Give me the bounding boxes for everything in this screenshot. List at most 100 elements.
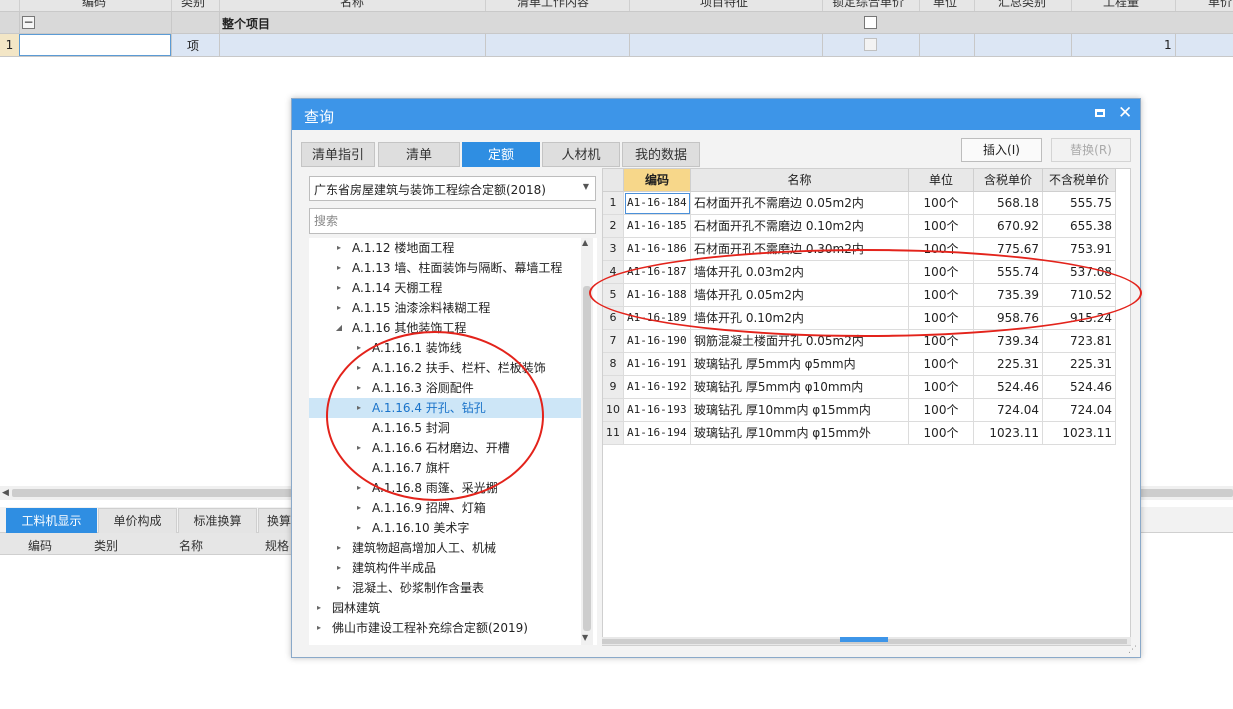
expand-icon[interactable]: ▸ — [354, 518, 364, 538]
tree-node-label: A.1.15 油漆涂料裱糊工程 — [352, 301, 491, 315]
tree-node[interactable]: ▸ A.1.12 楼地面工程 — [309, 238, 581, 258]
tree-node[interactable]: ▸ A.1.16.9 招牌、灯箱 — [309, 498, 581, 518]
table-row[interactable]: 10 A1-16-193 玻璃钻孔 厚10mm内 φ15mm内 100个 724.04 7… — [603, 399, 1116, 422]
table-row[interactable]: 9 A1-16-192 玻璃钻孔 厚5mm内 φ10mm内 100个 524.46 524… — [603, 376, 1116, 399]
cell-code: A1-16-193 — [624, 399, 691, 422]
cell-price-tax: 724.04 — [974, 399, 1043, 422]
grid-header-code[interactable]: 编码 — [624, 169, 691, 192]
item-type: 项 — [187, 39, 200, 53]
grid-corner — [603, 169, 624, 192]
header-summary: 汇总类别 — [998, 0, 1047, 9]
cell-price-tax: 524.46 — [974, 376, 1043, 399]
lock-price-checkbox[interactable] — [864, 16, 877, 29]
expand-icon[interactable]: ▸ — [334, 238, 344, 258]
expand-icon[interactable]: ▸ — [354, 498, 364, 518]
collapse-icon[interactable]: − — [22, 16, 35, 29]
replace-button[interactable]: 替换(R) — [1051, 138, 1131, 162]
bottom-grid-header: 编码 类别 名称 规格 — [0, 533, 300, 555]
tree-node-label: A.1.14 天棚工程 — [352, 281, 443, 295]
tab-my-data[interactable]: 我的数据 — [622, 142, 700, 167]
tree-node[interactable]: ▸ 园林建筑 — [309, 598, 581, 618]
group-row[interactable]: − 整个项目 — [0, 12, 1233, 34]
table-row[interactable]: 11 A1-16-194 玻璃钻孔 厚10mm内 φ15mm外 100个 1023.11… — [603, 422, 1116, 445]
expand-icon[interactable]: ▸ — [334, 258, 344, 278]
tab-standard-conversion[interactable]: 标准换算 — [178, 508, 257, 534]
scroll-up-icon[interactable]: ▲ — [582, 238, 588, 247]
expand-icon[interactable]: ▸ — [354, 478, 364, 498]
cell-name: 玻璃钻孔 厚10mm内 φ15mm内 — [691, 399, 909, 422]
table-row[interactable]: 2 A1-16-185 石材面开孔不需磨边 0.10m2内 100个 670.92 655… — [603, 215, 1116, 238]
group-label: 整个项目 — [222, 17, 271, 31]
bottom-col-spec: 规格 — [265, 539, 290, 553]
close-icon[interactable]: ✕ — [1118, 103, 1132, 123]
bottom-col-name: 名称 — [179, 539, 204, 553]
expand-icon[interactable]: ▸ — [334, 278, 344, 298]
expand-icon[interactable]: ▸ — [314, 598, 324, 618]
cell-unit: 100个 — [909, 422, 974, 445]
expand-icon[interactable]: ▸ — [334, 558, 344, 578]
dialog-title-bar[interactable]: 查询 ✕ — [292, 99, 1140, 130]
lock-price-checkbox-disabled[interactable] — [864, 38, 877, 51]
header-quantity: 工程量 — [1103, 0, 1140, 9]
tab-labor-material[interactable]: 工料机显示 — [6, 508, 97, 534]
tab-bill[interactable]: 清单 — [378, 142, 460, 167]
tree-node[interactable]: ▸ A.1.16.10 美术字 — [309, 518, 581, 538]
library-select[interactable]: 广东省房屋建筑与装饰工程综合定额(2018) ▼ — [309, 176, 596, 201]
tree-node-label: 混凝土、砂浆制作含量表 — [352, 581, 485, 595]
grid-horizontal-scrollbar[interactable] — [602, 637, 1131, 645]
expand-icon[interactable]: ▸ — [314, 618, 324, 638]
quota-result-grid: 编码 名称 单位 含税单价 不含税单价 1 A1-16-184 石材面开孔不需磨边 … — [602, 168, 1131, 646]
tree-node[interactable]: ▸ 混凝土、砂浆制作含量表 — [309, 578, 581, 598]
tree-node-label: A.1.16.10 美术字 — [372, 521, 470, 535]
scroll-down-icon[interactable]: ▼ — [582, 633, 588, 642]
cell-code: A1-16-186 — [624, 238, 691, 261]
cell-price-tax: 225.31 — [974, 353, 1043, 376]
dialog-title: 查询 — [304, 108, 335, 126]
insert-button[interactable]: 插入(I) — [961, 138, 1042, 162]
tree-node-label: 建筑构件半成品 — [352, 561, 437, 575]
grid-header-price-tax[interactable]: 含税单价 — [974, 169, 1043, 192]
tree-node-label: 园林建筑 — [332, 601, 381, 615]
scroll-left-icon[interactable]: ◀ — [2, 486, 9, 500]
cell-code: A1-16-191 — [624, 353, 691, 376]
resize-grip-icon[interactable]: ⋰ — [1128, 645, 1137, 655]
tree-node-label: 建筑物超高增加人工、机械 — [352, 541, 497, 555]
tree-node[interactable]: ▸ A.1.14 天棚工程 — [309, 278, 581, 298]
row-number: 2 — [603, 215, 624, 238]
cell-price-tax: 670.92 — [974, 215, 1043, 238]
cell-unit: 100个 — [909, 215, 974, 238]
grid-scroll-handle[interactable] — [840, 637, 888, 642]
grid-header-price-notax[interactable]: 不含税单价 — [1043, 169, 1116, 192]
tree-node[interactable]: ▸ A.1.15 油漆涂料裱糊工程 — [309, 298, 581, 318]
cell-price-notax: 1023.11 — [1043, 422, 1116, 445]
grid-header-unit[interactable]: 单位 — [909, 169, 974, 192]
expand-icon[interactable]: ▸ — [334, 578, 344, 598]
chevron-down-icon[interactable]: ▼ — [583, 182, 589, 191]
table-row[interactable]: 8 A1-16-191 玻璃钻孔 厚5mm内 φ5mm内 100个 225.31 225.… — [603, 353, 1116, 376]
grid-header-name[interactable]: 名称 — [691, 169, 909, 192]
expand-icon[interactable]: ▸ — [334, 298, 344, 318]
expand-icon[interactable]: ◢ — [334, 318, 344, 338]
maximize-icon[interactable] — [1095, 109, 1105, 117]
tree-node[interactable]: ▸ 佛山市建设工程补充综合定额(2019) — [309, 618, 581, 638]
row-number: 8 — [603, 353, 624, 376]
tab-labor-material-machine[interactable]: 人材机 — [542, 142, 620, 167]
annotation-circle-rows — [589, 249, 1142, 337]
cell-code: A1-16-194 — [624, 422, 691, 445]
tab-bill-guide[interactable]: 清单指引 — [301, 142, 375, 167]
tab-price-composition[interactable]: 单价构成 — [98, 508, 177, 534]
tree-node[interactable]: ▸ 建筑构件半成品 — [309, 558, 581, 578]
cell-unit: 100个 — [909, 399, 974, 422]
item-row[interactable]: 1 项 1 — [0, 34, 1233, 57]
tab-quota[interactable]: 定额 — [462, 142, 540, 167]
search-input[interactable] — [309, 208, 596, 234]
code-input[interactable] — [19, 34, 171, 56]
main-grid-header: 编码 类别 名称 清单工作内容 项目特征 锁定综合单价 单位 汇总类别 工程量 … — [0, 0, 1233, 12]
row-number: 9 — [603, 376, 624, 399]
expand-icon[interactable]: ▸ — [334, 538, 344, 558]
tree-node[interactable]: ▸ 建筑物超高增加人工、机械 — [309, 538, 581, 558]
tree-node[interactable]: ▸ A.1.13 墙、柱面装饰与隔断、幕墙工程 — [309, 258, 581, 278]
tree-scrollbar-thumb[interactable] — [583, 286, 591, 631]
library-value: 广东省房屋建筑与装饰工程综合定额(2018) — [314, 183, 546, 197]
table-row[interactable]: 1 A1-16-184 石材面开孔不需磨边 0.05m2内 100个 568.18 555… — [603, 192, 1116, 215]
